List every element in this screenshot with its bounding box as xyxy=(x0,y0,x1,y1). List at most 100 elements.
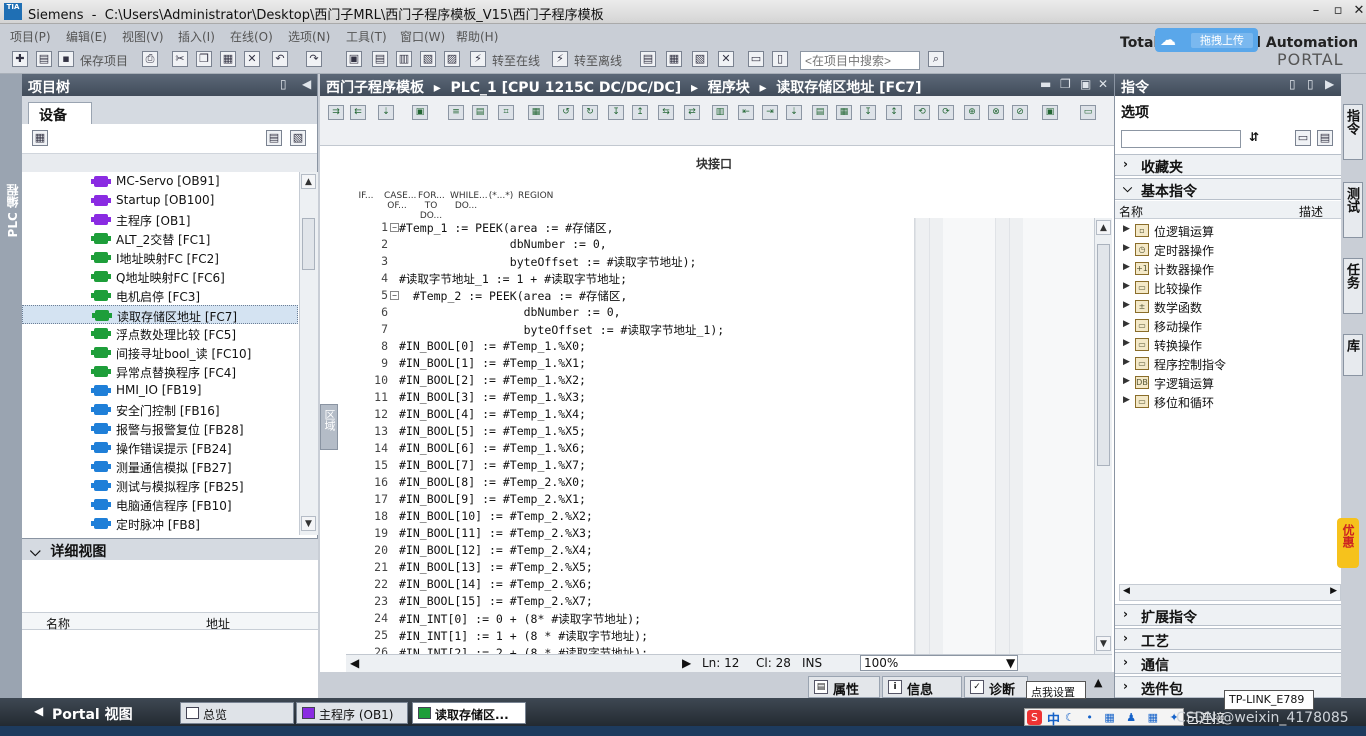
instruction-folder[interactable]: ▶ ▭ 转换操作 xyxy=(1115,335,1342,354)
section-basic-instructions[interactable]: ⌵ 基本指令 xyxy=(1115,178,1342,200)
instruction-folder[interactable]: ▶ ± 数学函数 xyxy=(1115,297,1342,316)
expand-arrow-icon[interactable]: ▶ xyxy=(1123,357,1130,367)
editor-tool-icon[interactable]: ⇣ xyxy=(378,105,394,120)
expand-arrow-icon[interactable]: ▶ xyxy=(1123,376,1130,386)
ime-tools-icon[interactable]: ☾ • ▦ ♟ ▦ ✦ xyxy=(1065,711,1183,724)
editor-tool-icon[interactable]: ▤ xyxy=(472,105,488,120)
code-line[interactable]: byteOffset := #读取字节地址); xyxy=(399,254,697,270)
block-interface-label[interactable]: 块接口 xyxy=(696,155,732,172)
instruction-folder[interactable]: ▶ DB 字逻辑运算 xyxy=(1115,373,1342,392)
start-sim-icon[interactable]: ▨ xyxy=(444,51,460,67)
instruction-folder[interactable]: ▶ ▫ 位逻辑运算 xyxy=(1115,221,1342,240)
editor-tool-icon[interactable]: ⇇ xyxy=(350,105,366,120)
tree-item[interactable]: 异常点替换程序 [FC4] xyxy=(22,362,298,381)
promo-badge[interactable]: 优惠 xyxy=(1337,518,1359,568)
tree-item[interactable]: 主程序 [OB1] xyxy=(22,210,298,229)
open-project-icon[interactable]: ▤ xyxy=(36,51,52,67)
scroll-right-icon[interactable]: ▶ xyxy=(682,656,691,670)
go-offline-icon[interactable]: ⚡ xyxy=(552,51,568,67)
scroll-up-icon[interactable]: ▲ xyxy=(301,174,316,189)
fold-toggle-icon[interactable]: − xyxy=(390,291,399,300)
plc-programming-strip[interactable]: PLC 编程 xyxy=(0,74,22,698)
editor-tool-icon[interactable]: ⊘ xyxy=(1012,105,1028,120)
editor-tool-icon[interactable]: ⇄ xyxy=(684,105,700,120)
menu-edit[interactable]: 编辑(E) xyxy=(66,28,107,45)
view-list-icon[interactable]: ▭ xyxy=(1295,130,1311,146)
menu-insert[interactable]: 插入(I) xyxy=(178,28,215,45)
tab-properties[interactable]: ▤ 属性 xyxy=(808,676,880,698)
tree-item[interactable]: Q地址映射FC [FC6] xyxy=(22,267,298,286)
go-offline-button[interactable]: 转至离线 xyxy=(574,52,622,69)
editor-tool-icon[interactable]: ⇉ xyxy=(328,105,344,120)
tree-item[interactable]: 浮点数处理比较 [FC5] xyxy=(22,324,298,343)
close-button[interactable]: ✕ xyxy=(1349,4,1366,20)
scl-while-button[interactable]: WHILE... DO... xyxy=(450,191,488,211)
code-line[interactable]: #IN_BOOL[11] := #Temp_2.%X3; xyxy=(399,526,593,540)
code-line[interactable]: #IN_BOOL[7] := #Temp_1.%X7; xyxy=(399,458,586,472)
tree-item[interactable]: 定时脉冲 [FB8] xyxy=(22,514,298,533)
new-project-icon[interactable]: ✚ xyxy=(12,51,28,67)
section-extended[interactable]: › 扩展指令 xyxy=(1115,604,1342,626)
instruction-folder[interactable]: ▶ ▭ 比较操作 xyxy=(1115,278,1342,297)
editor-tool-icon[interactable]: ⊗ xyxy=(988,105,1004,120)
code-line[interactable]: #读取字节地址_1 := 1 + #读取字节地址; xyxy=(399,271,627,287)
instruction-folder[interactable]: ▶ ◷ 定时器操作 xyxy=(1115,240,1342,259)
expand-up-icon[interactable]: ▲ xyxy=(1094,676,1102,689)
menu-online[interactable]: 在线(O) xyxy=(230,28,273,45)
editor-tool-icon[interactable]: ⇣ xyxy=(786,105,802,120)
scroll-up-icon[interactable]: ▲ xyxy=(1096,220,1111,235)
expand-arrow-icon[interactable]: ▶ xyxy=(1123,338,1130,348)
scl-region-button[interactable]: REGION xyxy=(518,191,553,201)
code-line[interactable]: #IN_BOOL[9] := #Temp_2.%X1; xyxy=(399,492,586,506)
minimize-button[interactable]: – xyxy=(1306,4,1326,20)
section-communication[interactable]: › 通信 xyxy=(1115,652,1342,674)
code-line[interactable]: #IN_BOOL[3] := #Temp_1.%X3; xyxy=(399,390,586,404)
editor-tool-icon[interactable]: ▣ xyxy=(412,105,428,120)
editor-tool-icon[interactable]: ⇤ xyxy=(738,105,754,120)
code-line[interactable]: byteOffset := #读取字节地址_1); xyxy=(399,322,725,338)
project-search-input[interactable] xyxy=(800,51,920,70)
cut-icon[interactable]: ✂ xyxy=(172,51,188,67)
scl-for-button[interactable]: FOR... TO DO... xyxy=(418,191,445,221)
scroll-down-icon[interactable]: ▼ xyxy=(1096,636,1111,651)
redo-icon[interactable]: ↷ xyxy=(306,51,322,67)
pin-icon[interactable]: ▯ xyxy=(280,77,287,91)
instruction-folder[interactable]: ▶ ▭ 移位和循环 xyxy=(1115,392,1342,411)
editor-minimize-icon[interactable]: ▬ xyxy=(1040,77,1051,91)
code-line[interactable]: #IN_BOOL[13] := #Temp_2.%X5; xyxy=(399,560,593,574)
undo-icon[interactable]: ↶ xyxy=(272,51,288,67)
expand-arrow-icon[interactable]: ▶ xyxy=(1123,224,1130,234)
editor-tool-icon[interactable]: ⟲ xyxy=(914,105,930,120)
code-line[interactable]: #IN_BOOL[10] := #Temp_2.%X2; xyxy=(399,509,593,523)
zoom-dropdown-icon[interactable]: ▼ xyxy=(1006,656,1015,670)
overview-icon[interactable]: ▤ xyxy=(266,130,282,146)
tab-libraries[interactable]: 库 xyxy=(1343,334,1363,376)
breadcrumb-blocks[interactable]: 程序块 xyxy=(708,80,750,96)
editor-maximize-icon[interactable]: ▣ xyxy=(1080,77,1091,91)
code-line[interactable]: #IN_BOOL[1] := #Temp_1.%X1; xyxy=(399,356,586,370)
scroll-thumb[interactable] xyxy=(302,218,315,270)
code-editor[interactable]: 1−2 3 4 5−6 7 8 9 10 11 12 13 14 15 16 17 18 19 20 21 22 23 2… xyxy=(366,218,914,654)
copy-icon[interactable]: ❐ xyxy=(196,51,212,67)
code-line[interactable]: #IN_BOOL[5] := #Temp_1.%X5; xyxy=(399,424,586,438)
code-line[interactable]: #IN_BOOL[4] := #Temp_1.%X4; xyxy=(399,407,586,421)
tree-item[interactable]: 电机启停 [FC3] xyxy=(22,286,298,305)
editor-tool-icon[interactable]: ⇥ xyxy=(762,105,778,120)
add-device-icon[interactable]: ▦ xyxy=(32,130,48,146)
menu-view[interactable]: 视图(V) xyxy=(122,28,164,45)
menu-project[interactable]: 项目(P) xyxy=(10,28,51,45)
back-arrow-icon[interactable]: ◀ xyxy=(34,704,43,718)
expand-arrow-icon[interactable]: ▶ xyxy=(1123,262,1130,272)
tab-testing[interactable]: 测试 xyxy=(1343,182,1363,238)
code-line[interactable]: #IN_BOOL[6] := #Temp_1.%X6; xyxy=(399,441,586,455)
go-online-icon[interactable]: ⚡ xyxy=(470,51,486,67)
detail-view-header[interactable]: ⌵ 详细视图 xyxy=(22,538,318,560)
code-line[interactable]: #Temp_2 := PEEK(area := #存储区, xyxy=(399,288,628,304)
code-line[interactable]: #IN_BOOL[0] := #Temp_1.%X0; xyxy=(399,339,586,353)
code-line[interactable]: #IN_INT[2] := 2 + (8 * #读取字节地址); xyxy=(399,645,648,654)
stop-icon[interactable]: ✕ xyxy=(718,51,734,67)
editor-scrollbar[interactable]: ▲ ▼ xyxy=(1094,218,1112,654)
collapse-left-icon[interactable]: ◀ xyxy=(302,77,311,91)
portal-view-button[interactable]: Portal 视图 xyxy=(52,704,133,724)
maximize-button[interactable]: ▫ xyxy=(1328,4,1348,20)
